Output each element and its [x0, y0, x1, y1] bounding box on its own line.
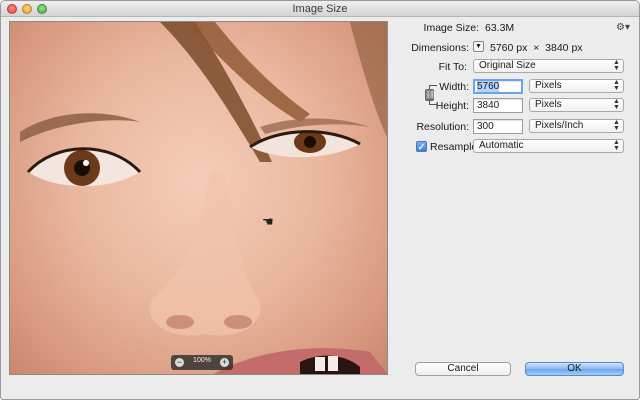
- title-bar[interactable]: Image Size: [1, 1, 639, 17]
- resolution-unit-value: Pixels/Inch: [535, 120, 584, 131]
- resolution-input[interactable]: 300: [473, 119, 523, 134]
- width-value: 5760: [477, 81, 500, 92]
- resolution-value: 300: [477, 121, 494, 132]
- preview-zoom-control: − 100% +: [171, 355, 233, 370]
- zoom-level: 100%: [193, 357, 211, 364]
- resample-method-select[interactable]: Automatic ▲ ▼: [473, 139, 624, 153]
- image-size-value: 63.3M: [485, 22, 515, 34]
- width-input[interactable]: 5760: [473, 79, 523, 94]
- zoom-in-button[interactable]: +: [220, 358, 229, 367]
- dimensions-unit-menu-button[interactable]: ▼: [473, 41, 484, 52]
- stepper-arrows-icon: ▲ ▼: [613, 119, 620, 132]
- fit-to-label: Fit To:: [438, 61, 467, 73]
- resolution-label: Resolution:: [416, 121, 469, 133]
- dimensions-value: 5760 px × 3840 px: [490, 42, 583, 54]
- portrait-photo: [20, 22, 387, 374]
- image-size-label: Image Size:: [423, 22, 479, 34]
- resample-method-value: Automatic: [479, 140, 524, 151]
- ok-button[interactable]: OK: [525, 362, 624, 376]
- zoom-out-button[interactable]: −: [175, 358, 184, 367]
- stepper-arrows-icon: ▲ ▼: [613, 79, 620, 92]
- width-unit-value: Pixels: [535, 80, 562, 91]
- stepper-arrows-icon: ▲ ▼: [613, 139, 620, 152]
- width-unit-select[interactable]: Pixels ▲ ▼: [529, 79, 624, 93]
- image-size-dialog: Image Size ☚ − 100% + Image Size: 63.3M …: [0, 0, 640, 400]
- height-unit-select[interactable]: Pixels ▲ ▼: [529, 98, 624, 112]
- height-value: 3840: [477, 100, 500, 111]
- image-preview[interactable]: ☚ − 100% +: [9, 21, 388, 375]
- gear-icon[interactable]: ⚙▾: [616, 22, 630, 33]
- cancel-button[interactable]: Cancel: [415, 362, 511, 376]
- dimensions-label: Dimensions:: [411, 42, 469, 54]
- height-unit-value: Pixels: [535, 99, 562, 110]
- hand-cursor-icon: ☚: [262, 214, 274, 229]
- resample-checkbox[interactable]: ✓: [416, 141, 427, 152]
- stepper-arrows-icon: ▲ ▼: [613, 98, 620, 111]
- height-input[interactable]: 3840: [473, 98, 523, 113]
- fit-to-value: Original Size: [479, 60, 536, 71]
- height-label: Height:: [435, 100, 469, 112]
- window-title: Image Size: [292, 3, 348, 15]
- stepper-arrows-icon: ▲ ▼: [613, 59, 620, 72]
- fit-to-select[interactable]: Original Size ▲ ▼: [473, 59, 624, 73]
- resolution-unit-select[interactable]: Pixels/Inch ▲ ▼: [529, 119, 624, 133]
